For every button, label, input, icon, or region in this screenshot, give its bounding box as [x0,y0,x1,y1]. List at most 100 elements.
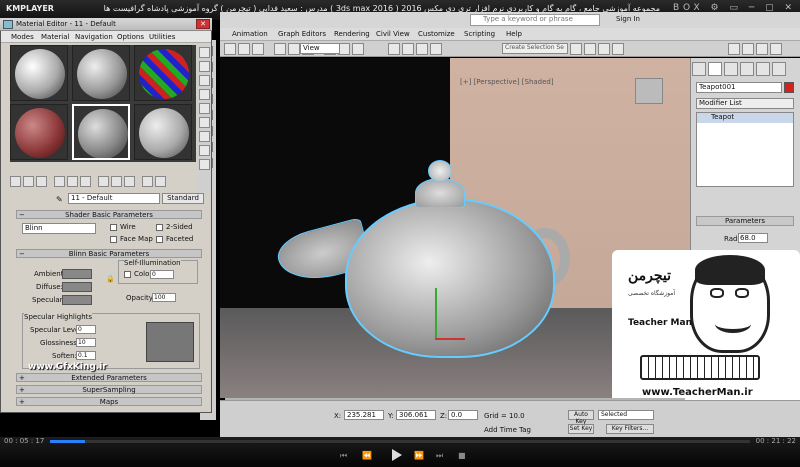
shader-basic-rollout[interactable]: − Shader Basic Parameters [16,210,202,219]
y-coord-field[interactable]: 306.061 [396,410,436,420]
render-icon[interactable] [770,43,782,55]
video-color-check-icon[interactable] [199,103,210,114]
make-preview-icon[interactable] [199,117,210,128]
menu-scripting[interactable]: Scripting [464,30,495,38]
radius-field[interactable]: 68.0 [738,233,768,243]
sample-slot[interactable] [134,45,192,101]
backlight-icon[interactable] [199,61,210,72]
transform-gizmo-x-axis[interactable] [435,338,465,340]
put-to-scene-icon[interactable] [23,176,34,187]
menu-help[interactable]: Help [506,30,522,38]
shader-dropdown[interactable]: Blinn [22,223,96,234]
self-illum-value[interactable]: 0 [150,270,174,279]
go-to-parent-icon[interactable] [142,176,153,187]
wire-checkbox[interactable] [110,224,117,231]
background-icon[interactable] [199,75,210,86]
player-seekbar[interactable] [50,440,750,443]
sample-slot[interactable] [10,104,68,160]
me-menu-navigation[interactable]: Navigation [75,33,113,41]
specular-level-field[interactable]: 0 [76,325,96,334]
me-menu-modes[interactable]: Modes [11,33,34,41]
make-unique-icon[interactable] [67,176,78,187]
key-filters-button[interactable]: Key Filters... [606,424,654,434]
eyedropper-icon[interactable]: ✎ [56,195,63,204]
menu-rendering[interactable]: Rendering [334,30,370,38]
key-mode-dropdown[interactable]: Selected [598,410,654,420]
close-icon[interactable]: ✕ [196,19,210,29]
transform-gizmo-y-axis[interactable] [435,288,437,338]
play-icon[interactable] [392,449,402,461]
menu-graph-editors[interactable]: Graph Editors [278,30,326,38]
z-coord-field[interactable]: 0.0 [448,410,478,420]
hierarchy-tab-icon[interactable] [724,62,738,76]
go-forward-icon[interactable] [155,176,166,187]
soften-field[interactable]: 0.1 [76,351,96,360]
options-icon[interactable] [199,131,210,142]
select-icon[interactable] [274,43,286,55]
supersampling-rollout[interactable]: + SuperSampling [16,385,202,394]
material-name-field[interactable]: 11 - Default [68,193,160,204]
snap-icon[interactable] [402,43,414,55]
set-key-button[interactable]: Set Key [568,424,594,434]
select-by-name-icon[interactable] [288,43,300,55]
specular-swatch[interactable] [62,295,92,305]
show-map-icon[interactable] [111,176,122,187]
diffuse-swatch[interactable] [62,282,92,292]
reference-coord-dropdown[interactable]: View [300,43,340,54]
modifier-stack[interactable] [696,112,794,187]
layer-icon[interactable] [598,43,610,55]
render-frame-icon[interactable] [756,43,768,55]
me-menu-utilities[interactable]: Utilities [149,33,175,41]
x-coord-field[interactable]: 235.281 [344,410,384,420]
maps-rollout[interactable]: + Maps [16,397,202,406]
two-sided-checkbox[interactable] [156,224,163,231]
face-map-checkbox[interactable] [110,236,117,243]
modifier-list-dropdown[interactable]: Modifier List [696,98,794,109]
me-menu-material[interactable]: Material [41,33,69,41]
align-icon[interactable] [584,43,596,55]
sample-slot-active[interactable] [72,104,130,160]
scale-icon[interactable] [352,43,364,55]
utilities-tab-icon[interactable] [772,62,786,76]
material-type-button[interactable]: Standard [162,193,204,204]
lock-icon[interactable]: 🔒 [106,275,115,283]
material-id-icon[interactable] [98,176,109,187]
glossiness-field[interactable]: 10 [76,338,96,347]
blinn-basic-rollout[interactable]: − Blinn Basic Parameters [16,249,202,258]
sample-slot[interactable] [10,45,68,101]
display-tab-icon[interactable] [756,62,770,76]
fast-forward-icon[interactable]: ⏩ [414,451,424,460]
viewcube-icon[interactable] [635,78,663,104]
extended-parameters-rollout[interactable]: + Extended Parameters [16,373,202,382]
teapot-body[interactable] [345,198,555,358]
unlink-icon[interactable] [238,43,250,55]
motion-tab-icon[interactable] [740,62,754,76]
material-map-navigator-icon[interactable] [199,159,210,170]
sample-slot[interactable] [134,104,192,160]
ambient-swatch[interactable] [62,269,92,279]
add-time-tag[interactable]: Add Time Tag [484,426,531,434]
reset-map-icon[interactable] [54,176,65,187]
percent-snap-icon[interactable] [430,43,442,55]
faceted-checkbox[interactable] [156,236,163,243]
select-by-material-icon[interactable] [199,145,210,156]
get-material-icon[interactable] [10,176,21,187]
stop-icon[interactable]: ■ [458,451,466,460]
viewport-label[interactable]: [+] [Perspective] [Shaded] [460,78,554,86]
sample-type-icon[interactable] [199,47,210,58]
mirror-icon[interactable] [570,43,582,55]
show-end-result-icon[interactable] [124,176,135,187]
selection-set-dropdown[interactable]: Create Selection Se [502,43,568,54]
modify-tab-icon[interactable] [708,62,722,76]
menu-animation[interactable]: Animation [232,30,268,38]
assign-material-icon[interactable] [36,176,47,187]
angle-snap-icon[interactable] [416,43,428,55]
menu-customize[interactable]: Customize [418,30,455,38]
object-color-swatch[interactable] [784,82,794,93]
render-setup-icon[interactable] [742,43,754,55]
bind-icon[interactable] [252,43,264,55]
curve-editor-icon[interactable] [612,43,624,55]
link-icon[interactable] [224,43,236,55]
sample-slot[interactable] [72,45,130,101]
uv-tiling-icon[interactable] [199,89,210,100]
